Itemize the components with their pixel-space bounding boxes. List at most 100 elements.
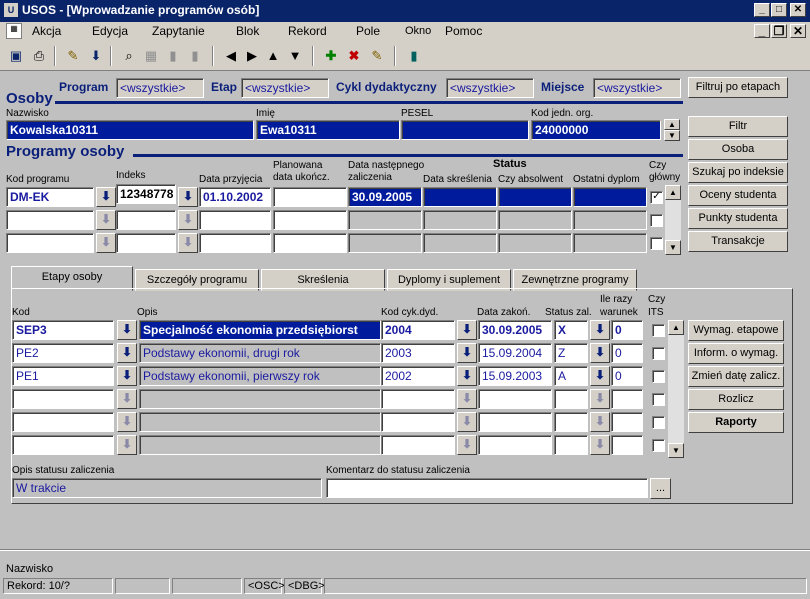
etap-ile-field[interactable]	[611, 389, 643, 409]
etap-status-lov-icon[interactable]: ⬇	[590, 343, 610, 363]
rozlicz-button[interactable]: Rozlicz	[688, 389, 784, 410]
next-block-icon[interactable]: ▼	[286, 47, 304, 65]
dyplom-field[interactable]	[573, 187, 647, 207]
kod-jedn-field[interactable]: 24000000	[531, 120, 661, 140]
download-icon[interactable]: ⬇	[87, 47, 105, 65]
zmien-date-zalicz-button[interactable]: Zmień datę zalicz.	[688, 366, 784, 387]
glowny-checkbox[interactable]	[650, 214, 663, 227]
menu-edycja[interactable]: Edycja	[92, 24, 128, 38]
minimize-button[interactable]: _	[754, 3, 770, 17]
etap-ile-field[interactable]	[611, 412, 643, 432]
etap-kod-lov-icon[interactable]: ⬇	[117, 435, 137, 455]
etap-data-field[interactable]: 15.09.2003	[478, 366, 552, 386]
etap-its-checkbox[interactable]	[652, 439, 665, 452]
etap-status-lov-icon[interactable]: ⬇	[590, 412, 610, 432]
osoby-scrollbar[interactable]: ▲ ▼	[664, 119, 680, 141]
scroll-down-icon[interactable]: ▼	[668, 443, 684, 458]
etap-kod-field[interactable]: SEP3	[12, 320, 114, 340]
nastepnego-field[interactable]: 30.09.2005	[348, 187, 422, 207]
data-przyjecia-field[interactable]	[199, 233, 271, 253]
etap-cykl-lov-icon[interactable]: ⬇	[457, 435, 477, 455]
raporty-button[interactable]: Raporty	[688, 412, 784, 433]
etap-kod-lov-icon[interactable]: ⬇	[117, 366, 137, 386]
etapy-scrollbar[interactable]: ▲ ▼	[668, 320, 684, 458]
query-icon[interactable]: ⌕	[120, 47, 138, 65]
punkty-studenta-button[interactable]: Punkty studenta	[688, 208, 788, 229]
osoba-button[interactable]: Osoba	[688, 139, 788, 160]
cykl-filter[interactable]: <wszystkie>	[446, 78, 534, 98]
kod-programu-lov-icon[interactable]: ⬇	[96, 210, 116, 230]
etap-status-field[interactable]	[554, 435, 588, 455]
imie-field[interactable]: Ewa10311	[256, 120, 400, 140]
scroll-down-icon[interactable]: ▼	[664, 130, 680, 141]
etap-data-field[interactable]: 30.09.2005	[478, 320, 552, 340]
etap-cykl-field[interactable]: 2004	[381, 320, 455, 340]
etap-data-field[interactable]: 15.09.2004	[478, 343, 552, 363]
mdi-minimize-button[interactable]: _	[754, 24, 770, 38]
kod-programu-lov-icon[interactable]: ⬇	[96, 233, 116, 253]
delete-record-icon[interactable]: ✖	[345, 47, 363, 65]
pesel-field[interactable]	[401, 120, 529, 140]
etap-kod-lov-icon[interactable]: ⬇	[117, 343, 137, 363]
etap-cykl-field[interactable]	[381, 412, 455, 432]
etap-its-checkbox[interactable]	[652, 416, 665, 429]
transakcje-button[interactable]: Transakcje	[688, 231, 788, 252]
filtr-button[interactable]: Filtr	[688, 116, 788, 137]
close-button[interactable]: ✕	[790, 3, 806, 17]
menu-pomoc[interactable]: Pomoc	[445, 24, 482, 38]
program-filter[interactable]: <wszystkie>	[116, 78, 204, 98]
indeks-lov-icon[interactable]: ⬇	[178, 187, 198, 207]
etap-status-field[interactable]: A	[554, 366, 588, 386]
etap-its-checkbox[interactable]	[652, 324, 665, 337]
miejsce-filter[interactable]: <wszystkie>	[593, 78, 681, 98]
menu-blok[interactable]: Blok	[236, 24, 259, 38]
etap-its-checkbox[interactable]	[652, 370, 665, 383]
etap-kod-lov-icon[interactable]: ⬇	[117, 320, 137, 340]
etap-kod-lov-icon[interactable]: ⬇	[117, 412, 137, 432]
etap-status-lov-icon[interactable]: ⬇	[590, 389, 610, 409]
planowana-field[interactable]	[273, 187, 347, 207]
etap-its-checkbox[interactable]	[652, 347, 665, 360]
etap-status-field[interactable]: Z	[554, 343, 588, 363]
etap-status-field[interactable]: X	[554, 320, 588, 340]
doc-icon[interactable]: ▦	[6, 23, 22, 39]
etap-cykl-lov-icon[interactable]: ⬇	[457, 343, 477, 363]
menu-akcja[interactable]: Akcja	[32, 24, 61, 38]
etap-opis-field[interactable]: Specjalność ekonomia przedsiębiorst	[139, 320, 381, 340]
etap-opis-field[interactable]: Podstawy ekonomii, pierwszy rok	[139, 366, 381, 386]
etap-data-field[interactable]	[478, 412, 552, 432]
etap-data-field[interactable]	[478, 435, 552, 455]
etap-status-lov-icon[interactable]: ⬇	[590, 320, 610, 340]
etap-status-lov-icon[interactable]: ⬇	[590, 366, 610, 386]
etap-status-field[interactable]	[554, 412, 588, 432]
data-przyjecia-field[interactable]: 01.10.2002	[199, 187, 271, 207]
indeks-field[interactable]	[116, 210, 176, 230]
indeks-lov-icon[interactable]: ⬇	[178, 210, 198, 230]
indeks-field[interactable]	[116, 233, 176, 253]
komentarz-field[interactable]	[326, 478, 648, 498]
mdi-restore-button[interactable]: ❐	[771, 24, 787, 38]
scroll-up-icon[interactable]: ▲	[664, 119, 680, 130]
etap-data-field[interactable]	[478, 389, 552, 409]
etap-opis-field[interactable]: Podstawy ekonomii, drugi rok	[139, 343, 381, 363]
etap-kod-field[interactable]: PE1	[12, 366, 114, 386]
etap-kod-field[interactable]	[12, 412, 114, 432]
etap-cykl-field[interactable]: 2003	[381, 343, 455, 363]
etap-cykl-lov-icon[interactable]: ⬇	[457, 366, 477, 386]
etap-ile-field[interactable]: 0	[611, 320, 643, 340]
programy-scrollbar[interactable]: ▲ ▼	[665, 185, 681, 255]
scroll-up-icon[interactable]: ▲	[668, 320, 684, 335]
etap-ile-field[interactable]: 0	[611, 343, 643, 363]
glowny-checkbox[interactable]	[650, 237, 663, 250]
wymag-etapowe-button[interactable]: Wymag. etapowe	[688, 320, 784, 341]
nazwisko-field[interactable]: Kowalska10311	[6, 120, 254, 140]
scroll-up-icon[interactable]: ▲	[665, 185, 681, 200]
scroll-down-icon[interactable]: ▼	[665, 240, 681, 255]
insert-record-icon[interactable]: ✚	[322, 47, 340, 65]
etap-kod-lov-icon[interactable]: ⬇	[117, 389, 137, 409]
exit-icon[interactable]: ▮	[405, 47, 423, 65]
etap-cykl-field[interactable]	[381, 435, 455, 455]
etap-cykl-lov-icon[interactable]: ⬇	[457, 389, 477, 409]
edit-icon[interactable]: ✎	[64, 47, 82, 65]
etap-status-lov-icon[interactable]: ⬇	[590, 435, 610, 455]
